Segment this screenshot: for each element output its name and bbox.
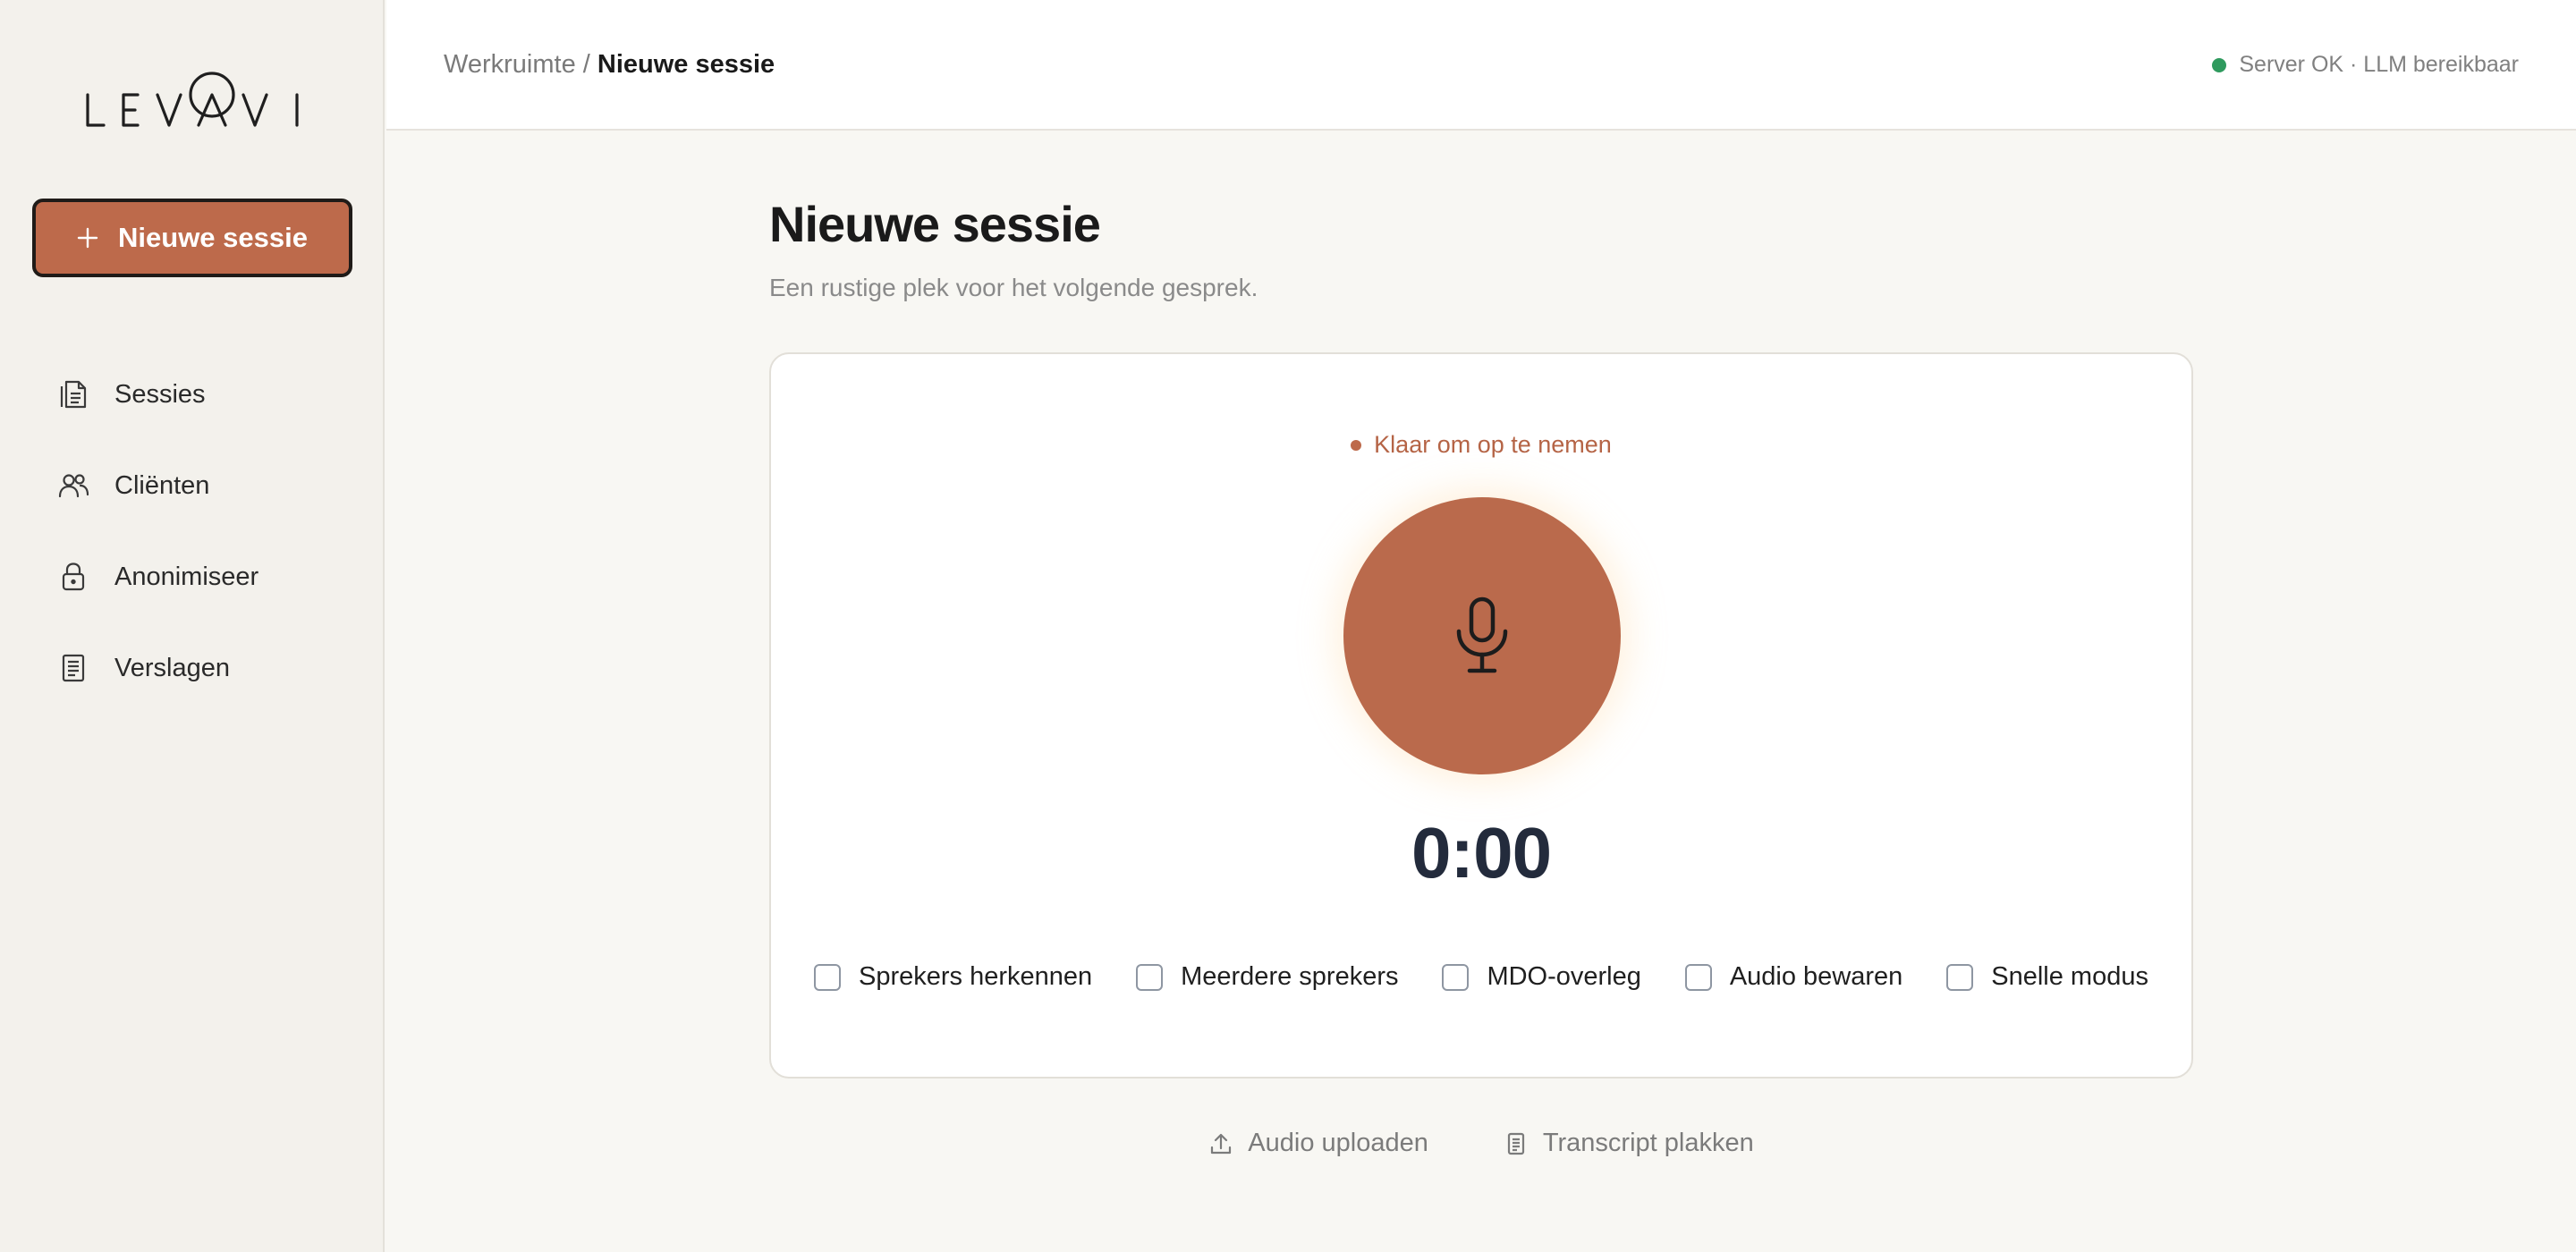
- paste-transcript-button[interactable]: Transcript plakken: [1504, 1129, 1754, 1158]
- sidebar-item-label: Cliënten: [114, 470, 210, 500]
- report-icon: [62, 654, 85, 682]
- option-meerdere-sprekers[interactable]: Meerdere sprekers: [1136, 962, 1398, 992]
- option-label: Meerdere sprekers: [1181, 962, 1399, 991]
- sidebar-item-verslagen[interactable]: Verslagen: [57, 622, 361, 714]
- status-text: Server OK · LLM bereikbaar: [2239, 52, 2519, 77]
- checkbox[interactable]: [1684, 963, 1712, 991]
- breadcrumb: Werkruimte / Nieuwe sessie: [444, 50, 775, 80]
- recording-options: Sprekers herkennen Meerdere sprekers MDO…: [814, 962, 2148, 992]
- option-sprekers-herkennen[interactable]: Sprekers herkennen: [814, 962, 1092, 992]
- option-audio-bewaren[interactable]: Audio bewaren: [1684, 962, 1903, 992]
- option-label: MDO-overleg: [1487, 962, 1641, 991]
- sidebar-item-label: Sessies: [114, 379, 206, 409]
- server-status: Server OK · LLM bereikbaar: [2212, 52, 2519, 78]
- checkbox[interactable]: [1442, 963, 1470, 991]
- sidebar-item-label: Anonimiseer: [114, 562, 259, 591]
- checkbox[interactable]: [1946, 963, 1974, 991]
- new-session-label: Nieuwe sessie: [118, 222, 308, 253]
- top-bar: Werkruimte / Nieuwe sessie Server OK · L…: [386, 0, 2576, 131]
- sidebar-item-label: Verslagen: [114, 653, 230, 682]
- page-title: Nieuwe sessie: [769, 196, 1101, 252]
- document-list-icon: [60, 380, 87, 409]
- sidebar-item-anonimiseer[interactable]: Anonimiseer: [57, 531, 361, 622]
- new-session-button[interactable]: Nieuwe sessie: [32, 199, 352, 277]
- option-label: Audio bewaren: [1729, 962, 1903, 991]
- option-mdo-overleg[interactable]: MDO-overleg: [1442, 962, 1641, 992]
- upload-audio-label: Audio uploaden: [1248, 1129, 1428, 1157]
- page-subtitle: Een rustige plek voor het volgende gespr…: [769, 274, 1258, 301]
- status-dot-icon: [1351, 439, 1362, 451]
- sidebar-item-sessies[interactable]: Sessies: [57, 349, 361, 440]
- breadcrumb-root[interactable]: Werkruimte /: [444, 50, 590, 79]
- record-button[interactable]: [1343, 497, 1621, 774]
- sidebar-nav: Sessies Cliënten Anonimiseer Verslagen: [57, 349, 361, 714]
- levavi-logo[interactable]: [84, 70, 303, 132]
- paste-transcript-label: Transcript plakken: [1542, 1129, 1754, 1157]
- users-icon: [58, 474, 89, 498]
- recorder-status-text: Klaar om op te nemen: [1374, 431, 1612, 458]
- status-dot-icon: [2212, 57, 2227, 72]
- sidebar-item-clienten[interactable]: Cliënten: [57, 440, 361, 531]
- sidebar: Nieuwe sessie Sessies Cliënten Anonimise…: [0, 0, 385, 1252]
- app-window: Nieuwe sessie Sessies Cliënten Anonimise…: [0, 0, 2576, 1252]
- option-label: Sprekers herkennen: [859, 962, 1093, 991]
- checkbox[interactable]: [814, 963, 841, 991]
- microphone-icon: [1456, 596, 1508, 673]
- lock-icon: [62, 563, 85, 591]
- plus-icon: [77, 227, 98, 249]
- option-label: Snelle modus: [1991, 962, 2148, 991]
- upload-icon: [1211, 1133, 1232, 1154]
- option-snelle-modus[interactable]: Snelle modus: [1946, 962, 2148, 992]
- breadcrumb-current: Nieuwe sessie: [597, 50, 775, 79]
- recording-timer: 0:00: [1411, 813, 1552, 892]
- checkbox[interactable]: [1136, 963, 1164, 991]
- recorder-status: Klaar om op te nemen: [771, 431, 2191, 459]
- recorder-card: Klaar om op te nemen 0:00 Sprekers herke…: [769, 352, 2193, 1079]
- document-icon: [1507, 1132, 1524, 1155]
- upload-audio-button[interactable]: Audio uploaden: [1208, 1129, 1428, 1158]
- secondary-actions: Audio uploaden Transcript plakken: [769, 1129, 2193, 1158]
